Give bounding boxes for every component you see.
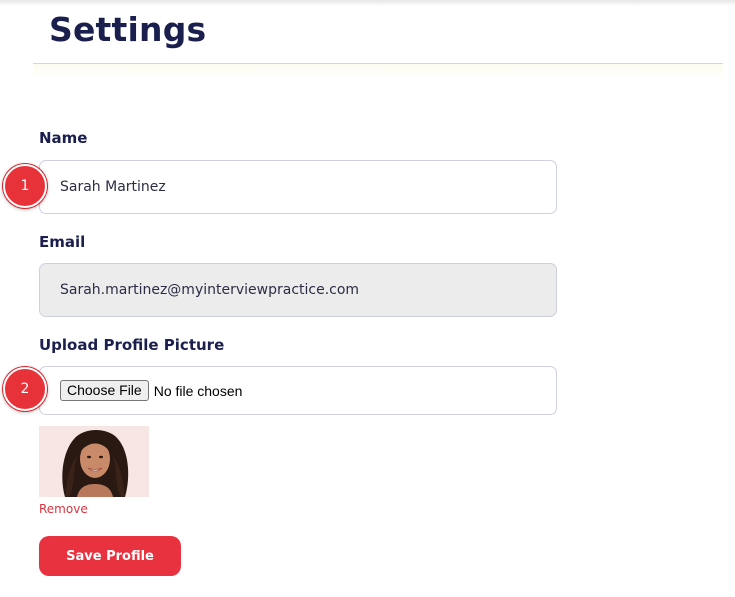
- step-marker-1-label: 1: [20, 178, 30, 194]
- file-status-text: No file chosen: [153, 382, 243, 399]
- email-label: Email: [39, 233, 86, 251]
- name-field[interactable]: Sarah Martinez: [39, 160, 557, 214]
- save-profile-button[interactable]: Save Profile: [39, 536, 181, 576]
- email-field[interactable]: Sarah.martinez@myinterviewpractice.com: [39, 263, 557, 317]
- title-divider-glow: [33, 64, 723, 78]
- step-marker-2: 2: [3, 367, 47, 411]
- upload-label: Upload Profile Picture: [39, 336, 225, 354]
- step-marker-1: 1: [3, 164, 47, 208]
- email-value: Sarah.martinez@myinterviewpractice.com: [60, 282, 360, 298]
- profile-photo: [39, 426, 149, 497]
- step-marker-2-label: 2: [20, 381, 30, 397]
- name-label: Name: [39, 129, 88, 147]
- name-value: Sarah Martinez: [60, 179, 166, 195]
- top-shadow: [0, 0, 735, 6]
- file-upload-field[interactable]: Choose File No file chosen: [39, 366, 557, 415]
- choose-file-button[interactable]: Choose File: [60, 380, 149, 401]
- remove-photo-link[interactable]: Remove: [39, 502, 88, 516]
- profile-photo-image: [39, 426, 149, 497]
- page-title: Settings: [49, 10, 207, 49]
